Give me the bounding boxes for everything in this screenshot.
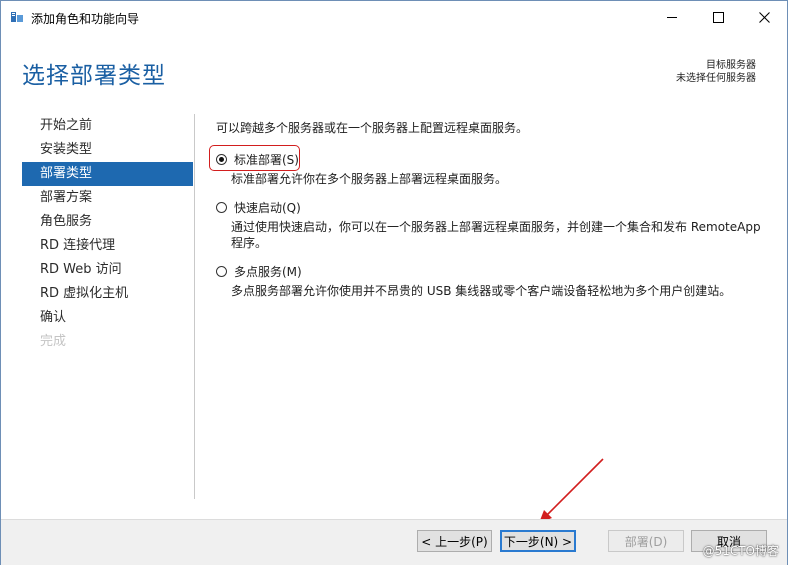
maximize-icon xyxy=(712,11,724,23)
server-manager-icon xyxy=(11,12,23,22)
annotation-arrow-icon xyxy=(539,458,604,523)
radio-multipoint-services[interactable] xyxy=(216,265,227,277)
minimize-button[interactable] xyxy=(649,1,695,33)
nav-step-completion: 完成 xyxy=(40,334,67,349)
nav-step-confirmation[interactable]: 确认 xyxy=(22,306,193,330)
radio-quick-start[interactable] xyxy=(216,201,227,213)
wizard-footer: < 上一步(P) 下一步(N) > 部署(D) 取消 @51CTO博客 xyxy=(1,519,787,565)
nav-step-role-services[interactable]: 角色服务 xyxy=(22,210,193,234)
annotation-highlight-box xyxy=(209,145,300,171)
close-button[interactable] xyxy=(741,1,787,33)
option-label-quick-start[interactable]: 快速启动(Q) xyxy=(234,199,301,216)
nav-step-installation-type[interactable]: 安装类型 xyxy=(22,138,193,162)
wizard-steps-nav: 开始之前 安装类型 部署类型 部署方案 角色服务 RD 连接代理 RD Web … xyxy=(22,114,193,354)
maximize-button[interactable] xyxy=(695,1,741,33)
nav-step-deployment-scenario[interactable]: 部署方案 xyxy=(22,186,193,210)
nav-step-before-you-begin[interactable]: 开始之前 xyxy=(22,114,193,138)
option-desc-multipoint: 多点服务部署允许你使用并不昂贵的 USB 集线器或零个客户端设备轻松地为多个用户… xyxy=(231,284,732,298)
intro-text: 可以跨越多个服务器或在一个服务器上配置远程桌面服务。 xyxy=(216,121,529,135)
deploy-button: 部署(D) xyxy=(608,530,684,552)
content-panel: 可以跨越多个服务器或在一个服务器上配置远程桌面服务。 标准部署(S) 标准部署允… xyxy=(209,119,771,299)
nav-step-rd-connection-broker[interactable]: RD 连接代理 xyxy=(22,234,193,258)
nav-step-rd-web-access[interactable]: RD Web 访问 xyxy=(22,258,193,282)
option-label-multipoint[interactable]: 多点服务(M) xyxy=(234,263,302,280)
destination-server-info: 目标服务器 未选择任何服务器 xyxy=(676,59,756,85)
window-title: 添加角色和功能向导 xyxy=(31,12,140,26)
nav-step-deployment-type[interactable]: 部署类型 xyxy=(22,162,193,186)
previous-button[interactable]: < 上一步(P) xyxy=(417,530,492,552)
sidebar-divider xyxy=(194,114,195,499)
page-title: 选择部署类型 xyxy=(22,63,166,89)
option-standard-deployment[interactable]: 标准部署(S) xyxy=(209,145,771,171)
option-desc-quick-start: 通过使用快速启动，你可以在一个服务器上部署远程桌面服务，并创建一个集合和发布 R… xyxy=(231,220,761,250)
wizard-window: 添加角色和功能向导 选择部署类型 目标服务器 未选择任何服务器 开始之前 安装类… xyxy=(0,0,788,565)
nav-step-rd-virtualization-host[interactable]: RD 虚拟化主机 xyxy=(22,282,193,306)
close-icon xyxy=(758,11,770,23)
title-bar[interactable]: 添加角色和功能向导 xyxy=(1,1,787,33)
next-button[interactable]: 下一步(N) > xyxy=(500,530,576,552)
destination-server-label: 目标服务器 xyxy=(706,60,756,71)
option-multipoint-services[interactable]: 多点服务(M) xyxy=(216,261,771,281)
option-desc-standard: 标准部署允许你在多个服务器上部署远程桌面服务。 xyxy=(231,172,508,186)
watermark: @51CTO博客 xyxy=(702,544,779,558)
option-quick-start[interactable]: 快速启动(Q) xyxy=(216,197,771,217)
destination-server-value: 未选择任何服务器 xyxy=(676,73,756,84)
minimize-icon xyxy=(667,16,677,18)
